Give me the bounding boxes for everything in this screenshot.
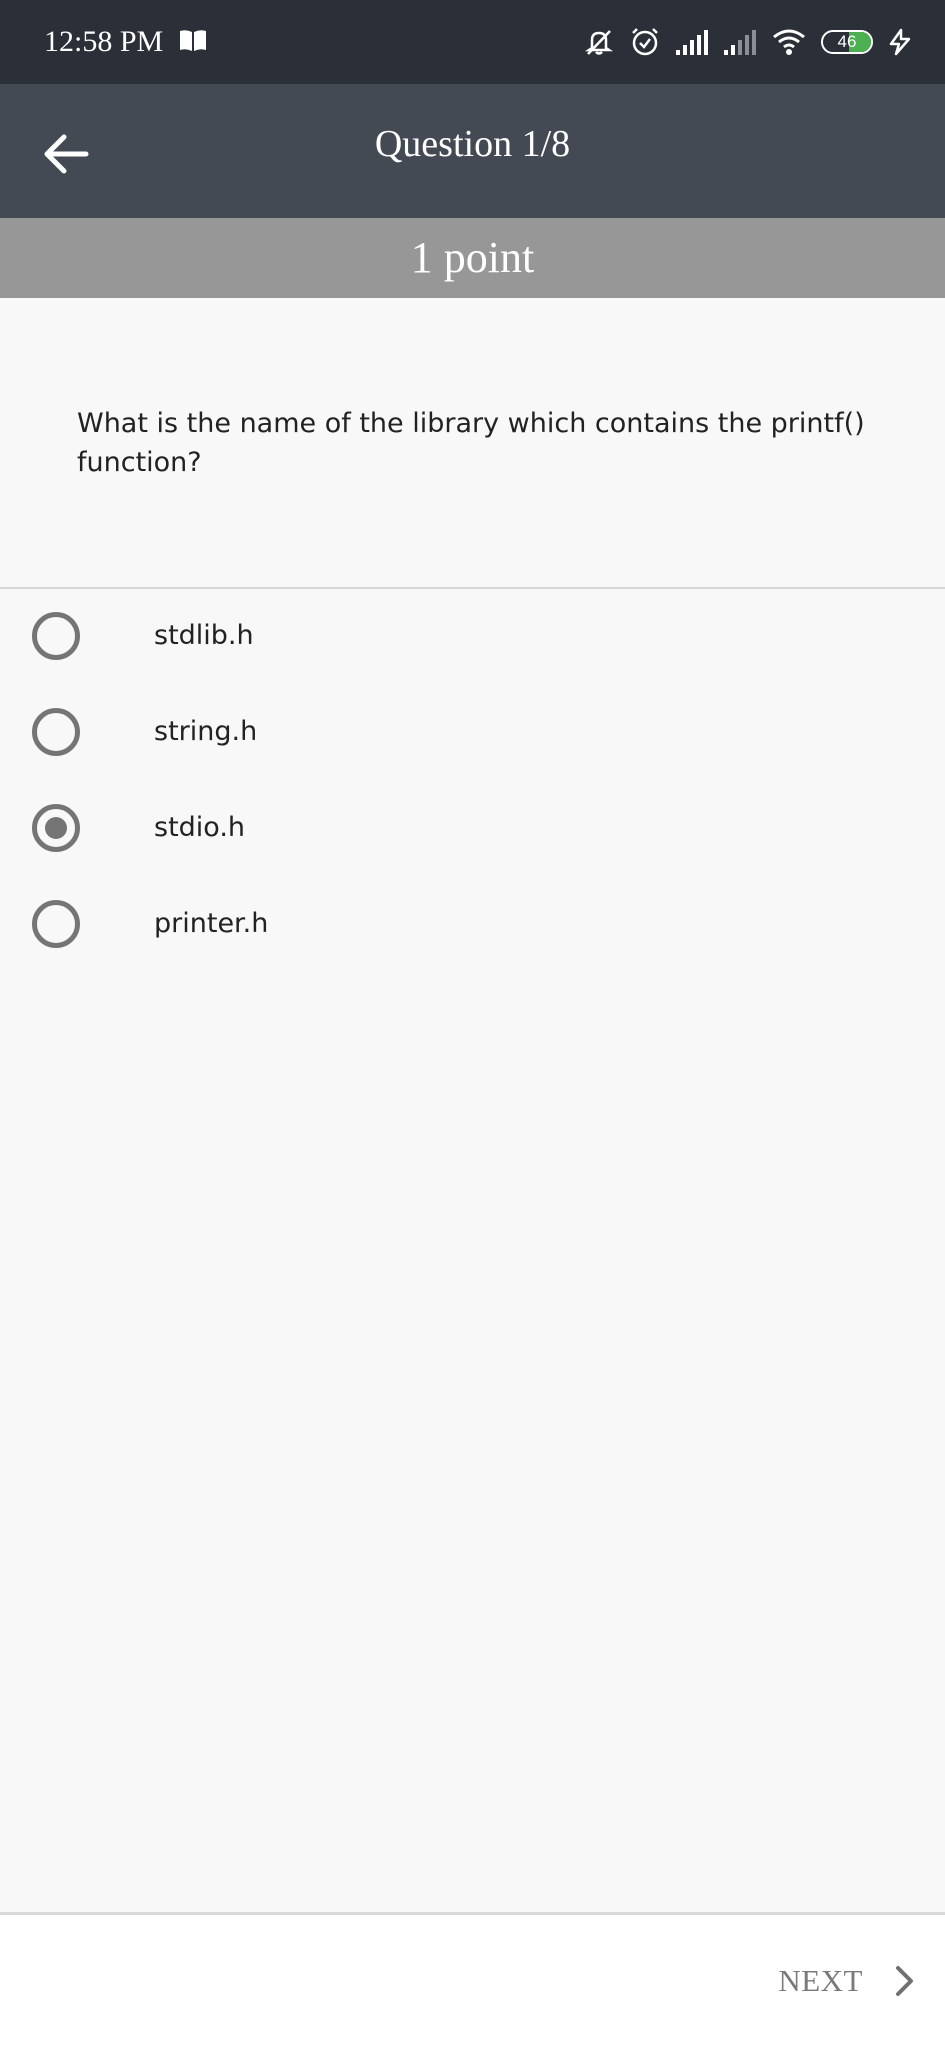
bell-muted-icon	[584, 30, 614, 55]
option-label: string.h	[154, 716, 258, 747]
option-label: stdlib.h	[154, 620, 254, 651]
book-icon	[180, 30, 206, 51]
option-label: printer.h	[154, 908, 269, 939]
status-bar: 12:58 PM 46	[0, 0, 945, 84]
charging-icon	[889, 28, 911, 56]
points-label: 1 point	[410, 233, 535, 282]
radio-button-selected[interactable]	[32, 804, 80, 852]
bottom-bar: NEXT	[0, 1912, 945, 2048]
wifi-icon	[773, 29, 805, 55]
status-icons: 46	[583, 22, 915, 62]
option-stdio[interactable]: stdio.h	[0, 789, 945, 869]
option-printer[interactable]: printer.h	[0, 885, 945, 965]
points-bar: 1 point	[0, 218, 945, 298]
signal-weak-icon	[724, 30, 756, 55]
radio-dot	[45, 817, 67, 839]
status-time: 12:58 PM	[44, 25, 164, 58]
battery-icon: 46	[821, 30, 873, 54]
divider	[0, 587, 945, 589]
chevron-right-icon	[896, 1966, 913, 1996]
radio-button[interactable]	[32, 900, 80, 948]
question-text: What is the name of the library which co…	[77, 408, 865, 478]
alarm-icon	[632, 28, 658, 56]
app-bar: Question 1/8	[0, 84, 945, 218]
radio-button[interactable]	[32, 612, 80, 660]
option-stdlib[interactable]: stdlib.h	[0, 597, 945, 677]
radio-button[interactable]	[32, 708, 80, 756]
page-title: Question 1/8	[374, 123, 571, 165]
option-string[interactable]: string.h	[0, 693, 945, 773]
next-button[interactable]: NEXT	[778, 1951, 917, 2011]
signal-icon	[676, 30, 708, 55]
option-label: stdio.h	[154, 812, 246, 843]
next-label: NEXT	[778, 1963, 863, 1998]
battery-level: 46	[837, 32, 857, 51]
